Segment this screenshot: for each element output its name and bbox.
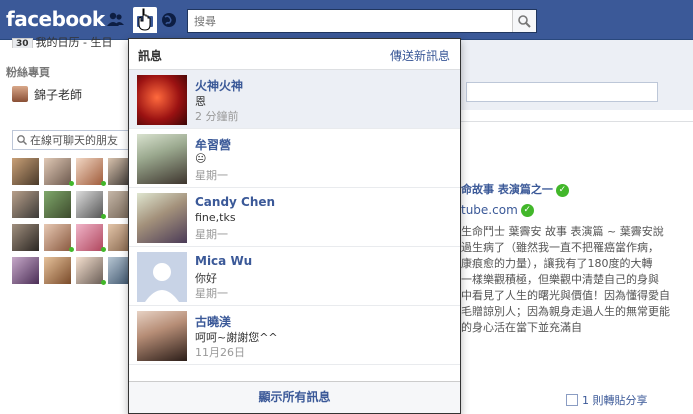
message-time: 星期一 — [195, 228, 228, 241]
chat-search-placeholder: 在線可聊天的朋友 — [30, 134, 118, 147]
messages-dropdown-header: 訊息 傳送新訊息 — [129, 39, 460, 70]
notifications-globe-icon[interactable] — [159, 10, 179, 30]
online-friends-grid — [12, 158, 138, 285]
sender-name: Candy Chen — [195, 195, 276, 209]
friend-requests-icon[interactable] — [106, 10, 126, 30]
birthday-reminder[interactable]: 30 我的日历 - 生日 — [12, 34, 132, 48]
show-all-messages-link[interactable]: 顯示所有訊息 — [129, 381, 460, 413]
default-avatar-icon — [145, 263, 179, 302]
message-snippet: 😐 — [195, 152, 207, 165]
sender-name: 火神火神 — [195, 79, 244, 93]
search-icon — [17, 135, 28, 146]
message-time: 2 分鐘前 — [195, 110, 239, 123]
search-icon — [518, 15, 531, 28]
friend-avatar[interactable] — [76, 257, 106, 285]
shares-link[interactable]: 1 則轉貼分享 — [566, 392, 648, 408]
friend-avatar[interactable] — [44, 257, 71, 284]
sender-name: Mica Wu — [195, 254, 253, 268]
message-time: 星期一 — [195, 287, 228, 300]
message-item[interactable]: 火神火神 恩 2 分鐘前 — [129, 70, 460, 129]
search-input[interactable] — [188, 10, 513, 32]
message-snippet: fine,tks — [195, 211, 236, 224]
birthday-text: 我的日历 - 生日 — [35, 36, 113, 48]
online-indicator — [69, 181, 74, 186]
left-sidebar: 30 我的日历 - 生日 粉絲專頁 錦子老師 在線可聊天的朋友 — [0, 36, 138, 414]
friend-avatar[interactable] — [12, 224, 39, 251]
friend-avatar[interactable] — [76, 191, 106, 219]
chat-search-field[interactable]: 在線可聊天的朋友 — [12, 130, 130, 150]
divider — [461, 121, 693, 122]
online-indicator — [69, 247, 74, 252]
friend-avatar[interactable] — [76, 224, 106, 252]
friend-avatar[interactable] — [12, 158, 39, 185]
share-icon — [566, 394, 578, 406]
friend-avatar[interactable] — [44, 191, 71, 218]
shares-count-text: 1 則轉貼分享 — [582, 394, 648, 407]
post-link-text: tube.com — [461, 203, 518, 217]
sender-name: 古曉渼 — [195, 315, 232, 329]
fan-page-avatar — [12, 86, 28, 102]
message-snippet: 恩 — [195, 95, 206, 108]
messages-list: 火神火神 恩 2 分鐘前 牟習營 😐 星期一 Candy Chen fine,t… — [129, 70, 460, 365]
post-link[interactable]: tube.com ✓ — [461, 203, 534, 217]
send-new-message-link[interactable]: 傳送新訊息 — [390, 47, 450, 64]
fan-page-label: 錦子老師 — [34, 87, 83, 102]
online-indicator — [101, 280, 106, 285]
online-indicator — [101, 181, 106, 186]
friend-avatar[interactable] — [76, 158, 106, 186]
messages-icon[interactable] — [133, 7, 157, 33]
friend-avatar[interactable] — [12, 257, 39, 284]
sender-avatar — [137, 311, 187, 361]
fan-pages-title: 粉絲專頁 — [6, 66, 50, 79]
message-snippet: 呵呵~謝謝您^^ — [195, 331, 278, 344]
message-time: 11月26日 — [195, 346, 245, 359]
message-snippet: 你好 — [195, 272, 217, 285]
messages-title: 訊息 — [138, 49, 163, 63]
message-time: 星期一 — [195, 169, 228, 182]
verified-check-icon: ✓ — [520, 204, 534, 217]
friend-avatar[interactable] — [44, 158, 74, 186]
message-item[interactable]: 古曉渼 呵呵~謝謝您^^ 11月26日 — [129, 306, 460, 365]
sender-name: 牟習營 — [195, 138, 232, 152]
search-box — [187, 9, 537, 33]
facebook-logo[interactable]: facebook — [6, 7, 105, 31]
post-title-text: 命故事 表演篇之一 — [461, 183, 553, 196]
post-title[interactable]: 命故事 表演篇之一 ✓ — [461, 181, 569, 197]
sender-avatar — [137, 75, 187, 125]
search-button[interactable] — [512, 10, 536, 32]
online-indicator — [101, 214, 106, 219]
message-item[interactable]: Candy Chen fine,tks 星期一 — [129, 188, 460, 247]
message-item[interactable]: 牟習營 😐 星期一 — [129, 129, 460, 188]
composer-input[interactable] — [466, 82, 658, 102]
fan-page-item[interactable]: 錦子老師 — [12, 85, 82, 103]
message-item[interactable]: Mica Wu 你好 星期一 — [129, 247, 460, 306]
friend-avatar[interactable] — [12, 191, 39, 218]
messages-dropdown: 訊息 傳送新訊息 火神火神 恩 2 分鐘前 牟習營 😐 星期一 Candy Ch… — [128, 38, 461, 414]
friend-avatar[interactable] — [44, 224, 74, 252]
sender-avatar — [137, 134, 187, 184]
birthday-count: 30 — [12, 38, 33, 48]
sender-avatar — [137, 193, 187, 243]
verified-check-icon: ✓ — [555, 183, 569, 197]
online-indicator — [101, 247, 106, 252]
sender-avatar — [137, 252, 187, 302]
post-description: 生命鬥士 葉霽安 故事 表演篇 ~ 葉霽安說 過生病了（雖然我一直不把罹癌當作病… — [461, 225, 670, 334]
